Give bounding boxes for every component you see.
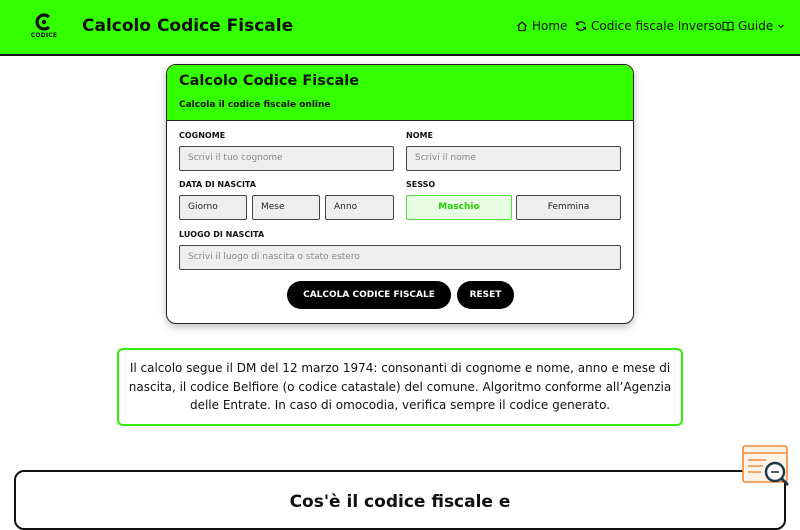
card-title: Calcolo Codice Fiscale [179, 73, 360, 89]
site-title[interactable]: Calcolo Codice Fiscale [82, 16, 293, 36]
nascita-label: DATA DI NASCITA [179, 180, 256, 189]
nav-codice-inverso[interactable]: Codice fiscale Inverso [575, 19, 722, 33]
giorno-select[interactable]: Giorno [179, 195, 247, 220]
logo-text: CODICE [30, 32, 58, 39]
search-window-icon [742, 445, 790, 487]
nome-label: NOME [406, 131, 433, 140]
nav-home-label: Home [532, 19, 568, 33]
sesso-label: SESSO [406, 180, 436, 189]
cognome-label: COGNOME [179, 131, 226, 140]
chevron-down-icon [778, 24, 785, 29]
logo-c-icon [35, 13, 51, 31]
reset-button[interactable]: RESET [457, 281, 514, 309]
sesso-femmina-button[interactable]: Femmina [516, 195, 621, 220]
site-header: CODICE Calcolo Codice Fiscale Home Codic… [0, 0, 800, 56]
anno-select[interactable]: Anno [325, 195, 394, 220]
nome-input[interactable]: Scrivi il nome [406, 146, 621, 171]
nav-guide[interactable]: Guide [722, 19, 785, 33]
section-title: Cos'è il codice fiscale e [289, 492, 511, 512]
luogo-input[interactable]: Scrivi il luogo di nascita o stato ester… [179, 245, 621, 270]
nav-home[interactable]: Home [516, 19, 567, 33]
nav-codice-inverso-label: Codice fiscale Inverso [591, 19, 722, 33]
luogo-label: LUOGO DI NASCITA [179, 230, 265, 239]
sesso-maschio-button[interactable]: Maschio [406, 195, 512, 220]
calc-form-card: Calcolo Codice Fiscale Calcola il codice… [166, 64, 634, 324]
info-box: Il calcolo segue il DM del 12 marzo 1974… [117, 348, 683, 426]
card-header: Calcolo Codice Fiscale Calcola il codice… [167, 65, 633, 121]
mese-select[interactable]: Mese [252, 195, 320, 220]
calcola-button[interactable]: CALCOLA CODICE FISCALE [287, 281, 451, 309]
refresh-icon [575, 21, 587, 31]
site-logo[interactable]: CODICE [28, 13, 60, 41]
section-card: Cos'è il codice fiscale e [14, 470, 786, 530]
cognome-input[interactable]: Scrivi il tuo cognome [179, 146, 394, 171]
card-subtitle: Calcola il codice fiscale online [179, 100, 331, 110]
nav-guide-label: Guide [738, 19, 774, 33]
home-icon [517, 21, 527, 32]
book-icon [722, 21, 734, 32]
floating-search-widget[interactable] [741, 445, 791, 490]
